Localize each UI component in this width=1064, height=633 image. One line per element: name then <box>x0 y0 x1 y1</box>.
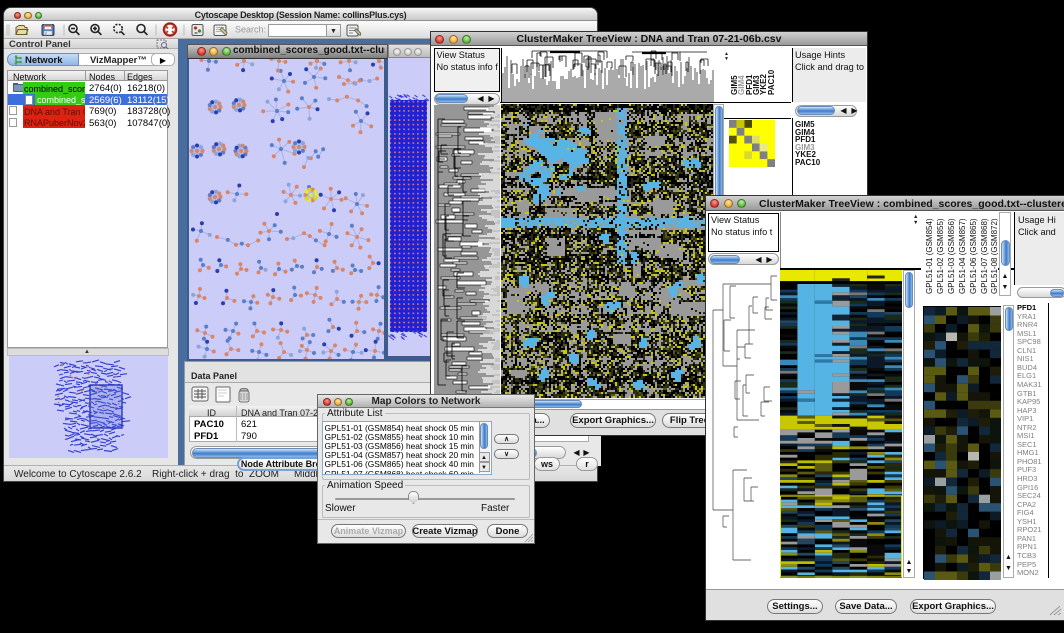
svg-text:Search:: Search: <box>235 25 266 35</box>
